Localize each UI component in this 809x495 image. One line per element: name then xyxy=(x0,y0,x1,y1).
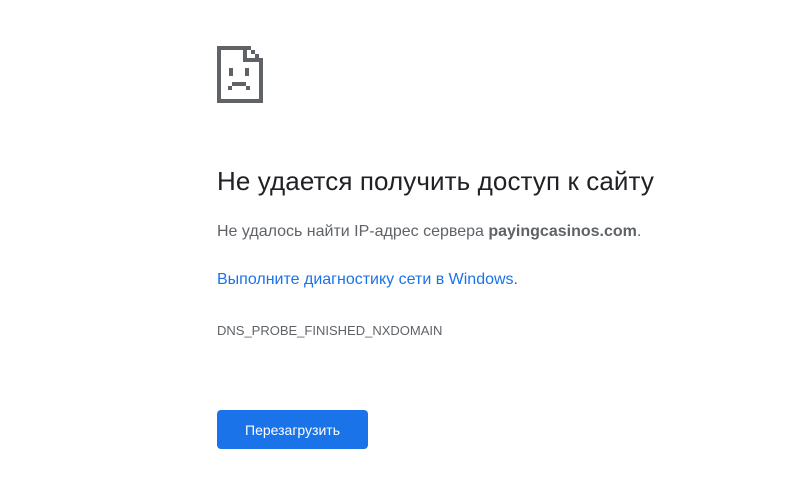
server-domain: payingcasinos.com xyxy=(488,223,637,240)
error-page: Не удается получить доступ к сайту Не уд… xyxy=(0,0,809,495)
diagnose-suffix: . xyxy=(513,271,518,288)
diagnose-line: Выполните диагностику сети в Windows. xyxy=(217,271,518,289)
page-title: Не удается получить доступ к сайту xyxy=(217,166,654,196)
error-description-text: Не удалось найти IP-адрес сервера xyxy=(217,223,489,240)
error-description-suffix: . xyxy=(636,223,642,240)
diagnose-network-link[interactable]: Выполните диагностику сети в Windows xyxy=(217,271,514,288)
reload-button[interactable]: Перезагрузить xyxy=(217,410,368,449)
sad-page-icon xyxy=(217,46,263,103)
error-code: DNS_PROBE_FINISHED_NXDOMAIN xyxy=(217,323,443,338)
error-description: Не удалось найти IP-адрес сервера paying… xyxy=(217,223,641,241)
